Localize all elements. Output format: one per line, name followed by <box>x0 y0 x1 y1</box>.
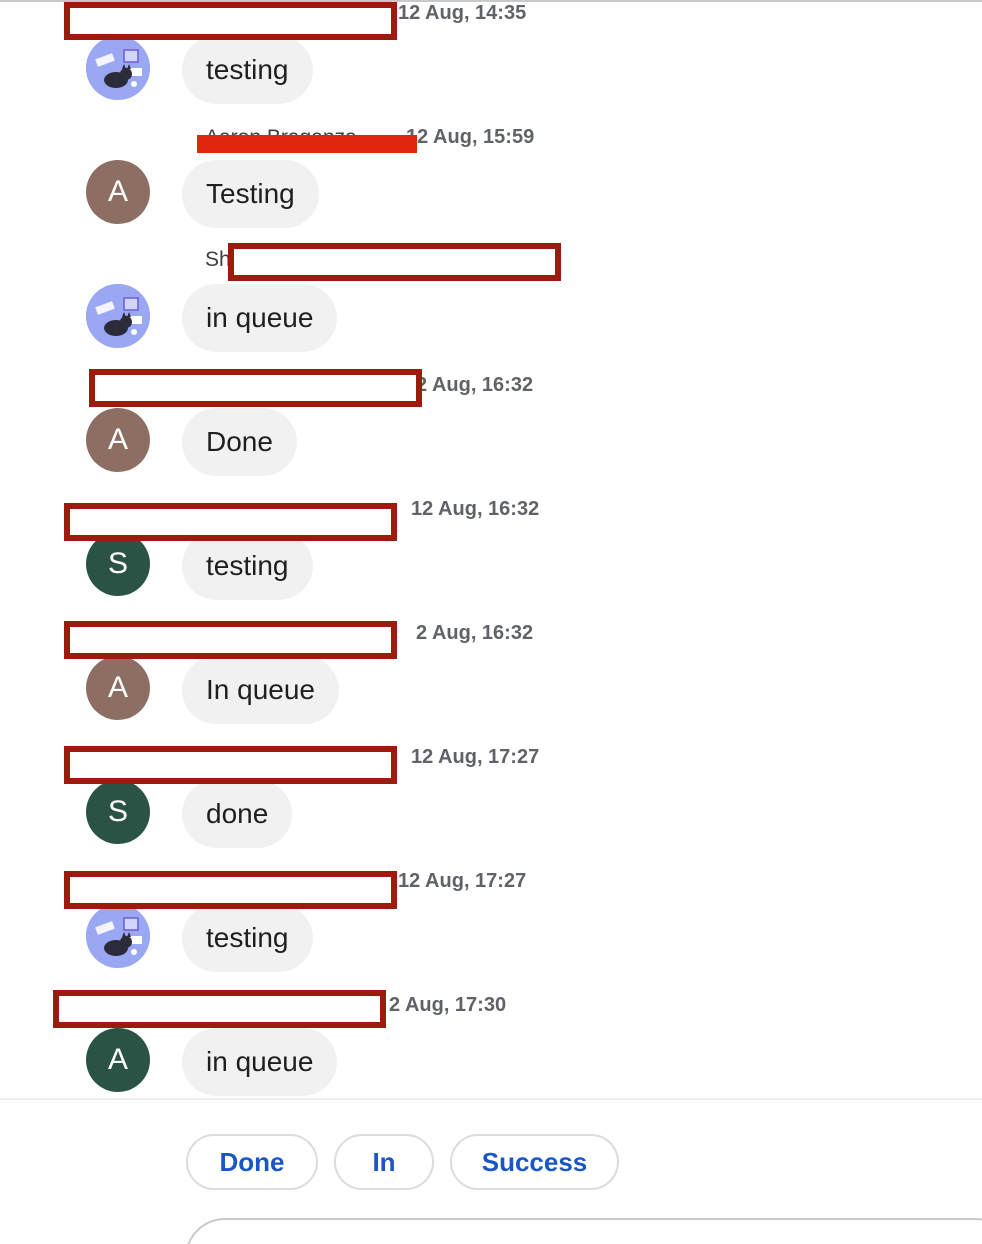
message-timestamp: 2 Aug, 16:32 <box>416 374 534 396</box>
message-bubble: done <box>182 780 293 848</box>
message-bubble: Testing <box>182 160 319 228</box>
composer-area: Done In Success <box>0 1098 982 1244</box>
user-avatar[interactable]: A <box>86 408 150 472</box>
message-timestamp: 12 Aug, 16:32 <box>411 498 540 520</box>
suggestion-chip-in[interactable]: In <box>334 1134 434 1190</box>
message-bubble: in queue <box>182 1028 338 1096</box>
bot-avatar-icon[interactable] <box>86 36 150 100</box>
message-bubble: in queue <box>182 284 338 352</box>
redaction-box <box>53 990 386 1028</box>
sender-name: Sh <box>205 248 231 271</box>
suggestion-chip-done[interactable]: Done <box>186 1134 318 1190</box>
chat-thread: 12 Aug, 14:35 testing Aaron Braganza 12 … <box>0 0 982 1244</box>
message-timestamp: 12 Aug, 14:35 <box>398 2 527 24</box>
bot-avatar-icon[interactable] <box>86 284 150 348</box>
message-timestamp: 12 Aug, 17:27 <box>398 870 527 892</box>
redaction-box <box>64 503 397 541</box>
redaction-box <box>64 2 397 40</box>
user-avatar[interactable]: A <box>86 160 150 224</box>
message-bubble: Done <box>182 408 297 476</box>
redaction-box <box>228 243 561 281</box>
redaction-box <box>64 871 397 909</box>
message-bubble: testing <box>182 904 313 972</box>
redaction-box <box>64 621 397 659</box>
user-avatar[interactable]: A <box>86 1028 150 1092</box>
user-avatar[interactable]: S <box>86 532 150 596</box>
message-input[interactable] <box>185 1218 982 1244</box>
bot-avatar-icon[interactable] <box>86 904 150 968</box>
message-timestamp: 12 Aug, 15:59 <box>406 126 535 148</box>
redaction-line <box>197 135 417 153</box>
message-bubble: In queue <box>182 656 339 724</box>
message-timestamp: 2 Aug, 16:32 <box>416 622 534 644</box>
message-bubble: testing <box>182 36 313 104</box>
redaction-box <box>89 369 422 407</box>
suggestion-chip-success[interactable]: Success <box>450 1134 619 1190</box>
user-avatar[interactable]: S <box>86 780 150 844</box>
message-timestamp: 12 Aug, 17:27 <box>411 746 540 768</box>
message-bubble: testing <box>182 532 313 600</box>
message-timestamp: 2 Aug, 17:30 <box>389 994 507 1016</box>
redaction-box <box>64 746 397 784</box>
user-avatar[interactable]: A <box>86 656 150 720</box>
message-item: Aaron Braganza 12 Aug, 15:59 A Testing <box>0 124 982 248</box>
